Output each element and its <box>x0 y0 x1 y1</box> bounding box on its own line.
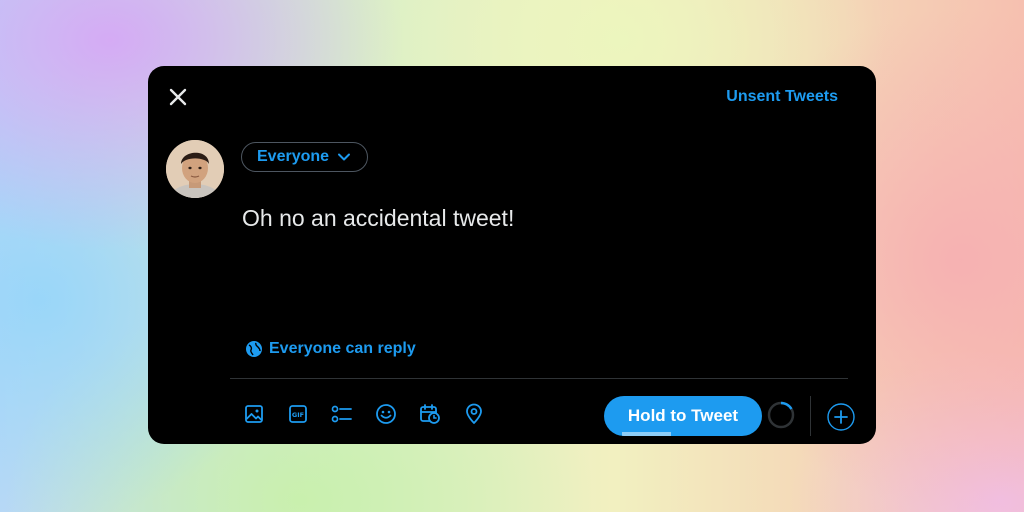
reply-setting-button[interactable]: Everyone can reply <box>245 340 416 358</box>
poll-icon <box>331 405 352 423</box>
emoji-button[interactable] <box>374 402 398 426</box>
image-icon <box>245 405 263 423</box>
unsent-tweets-link[interactable]: Unsent Tweets <box>726 88 838 106</box>
hold-to-tweet-button[interactable]: Hold to Tweet <box>604 396 762 436</box>
gif-button[interactable]: GIF <box>286 402 310 426</box>
audience-label: Everyone <box>257 148 330 165</box>
audience-selector[interactable]: Everyone <box>241 142 369 172</box>
hold-progress-bar <box>622 432 671 436</box>
compose-modal: Unsent Tweets Everyone Oh no an accident… <box>148 66 876 444</box>
avatar[interactable] <box>166 140 224 198</box>
globe-icon <box>246 341 262 357</box>
progress-ring-icon <box>767 401 795 429</box>
location-icon <box>466 403 482 424</box>
add-tweet-button[interactable] <box>826 402 856 432</box>
media-button[interactable] <box>242 402 266 426</box>
character-counter <box>766 400 796 430</box>
poll-button[interactable] <box>330 402 354 426</box>
schedule-button[interactable] <box>418 402 442 426</box>
close-button[interactable] <box>166 85 190 109</box>
schedule-icon <box>420 404 440 424</box>
location-button[interactable] <box>462 402 486 426</box>
emoji-icon <box>376 404 396 424</box>
profile-photo <box>166 140 224 198</box>
gif-icon-text: GIF <box>292 411 304 419</box>
plus-icon <box>827 403 855 431</box>
tweet-textarea[interactable]: Oh no an accidental tweet! <box>242 205 514 232</box>
close-icon <box>169 88 187 106</box>
hold-progress-track <box>622 432 744 436</box>
gif-icon: GIF <box>289 405 307 423</box>
toolbar-divider <box>810 396 811 436</box>
composer-toolbar: GIF <box>242 402 486 426</box>
reply-setting-label: Everyone can reply <box>269 340 416 357</box>
divider <box>230 378 848 379</box>
chevron-down-icon <box>338 153 351 161</box>
tweet-button-label: Hold to Tweet <box>627 406 739 425</box>
